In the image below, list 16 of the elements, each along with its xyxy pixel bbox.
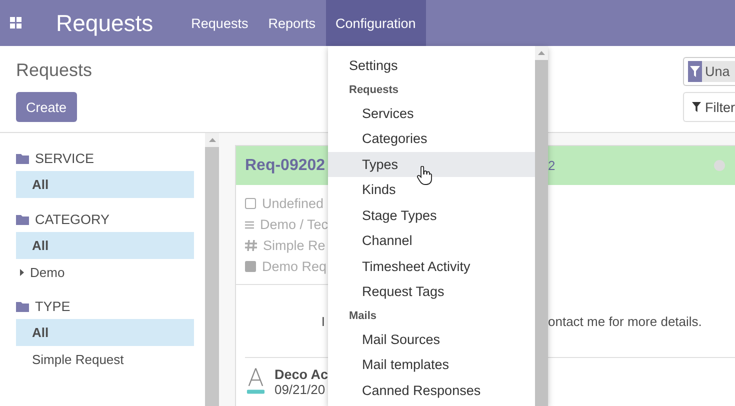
card-field: Demo Req: [262, 259, 327, 274]
author-name: Deco Ac: [274, 367, 328, 382]
section-title: CATEGORY: [35, 212, 110, 226]
card-field: Simple Re: [263, 238, 326, 253]
card-title-end: 2: [548, 158, 556, 173]
section-title: TYPE: [35, 298, 70, 314]
breadcrumb-title: Requests: [16, 60, 92, 81]
description-end: ontact me for more details.: [548, 314, 703, 328]
description-start: I: [320, 314, 326, 328]
card-field: Undefined: [262, 196, 324, 211]
menu-section-header: Mails: [348, 308, 378, 324]
section-title: SERVICE: [35, 150, 94, 166]
card-field: Demo / Tec: [260, 217, 328, 232]
card-date: 09/21/20: [274, 382, 326, 397]
menu-section-header: Requests: [348, 82, 400, 98]
app-title: Requests: [56, 10, 154, 36]
